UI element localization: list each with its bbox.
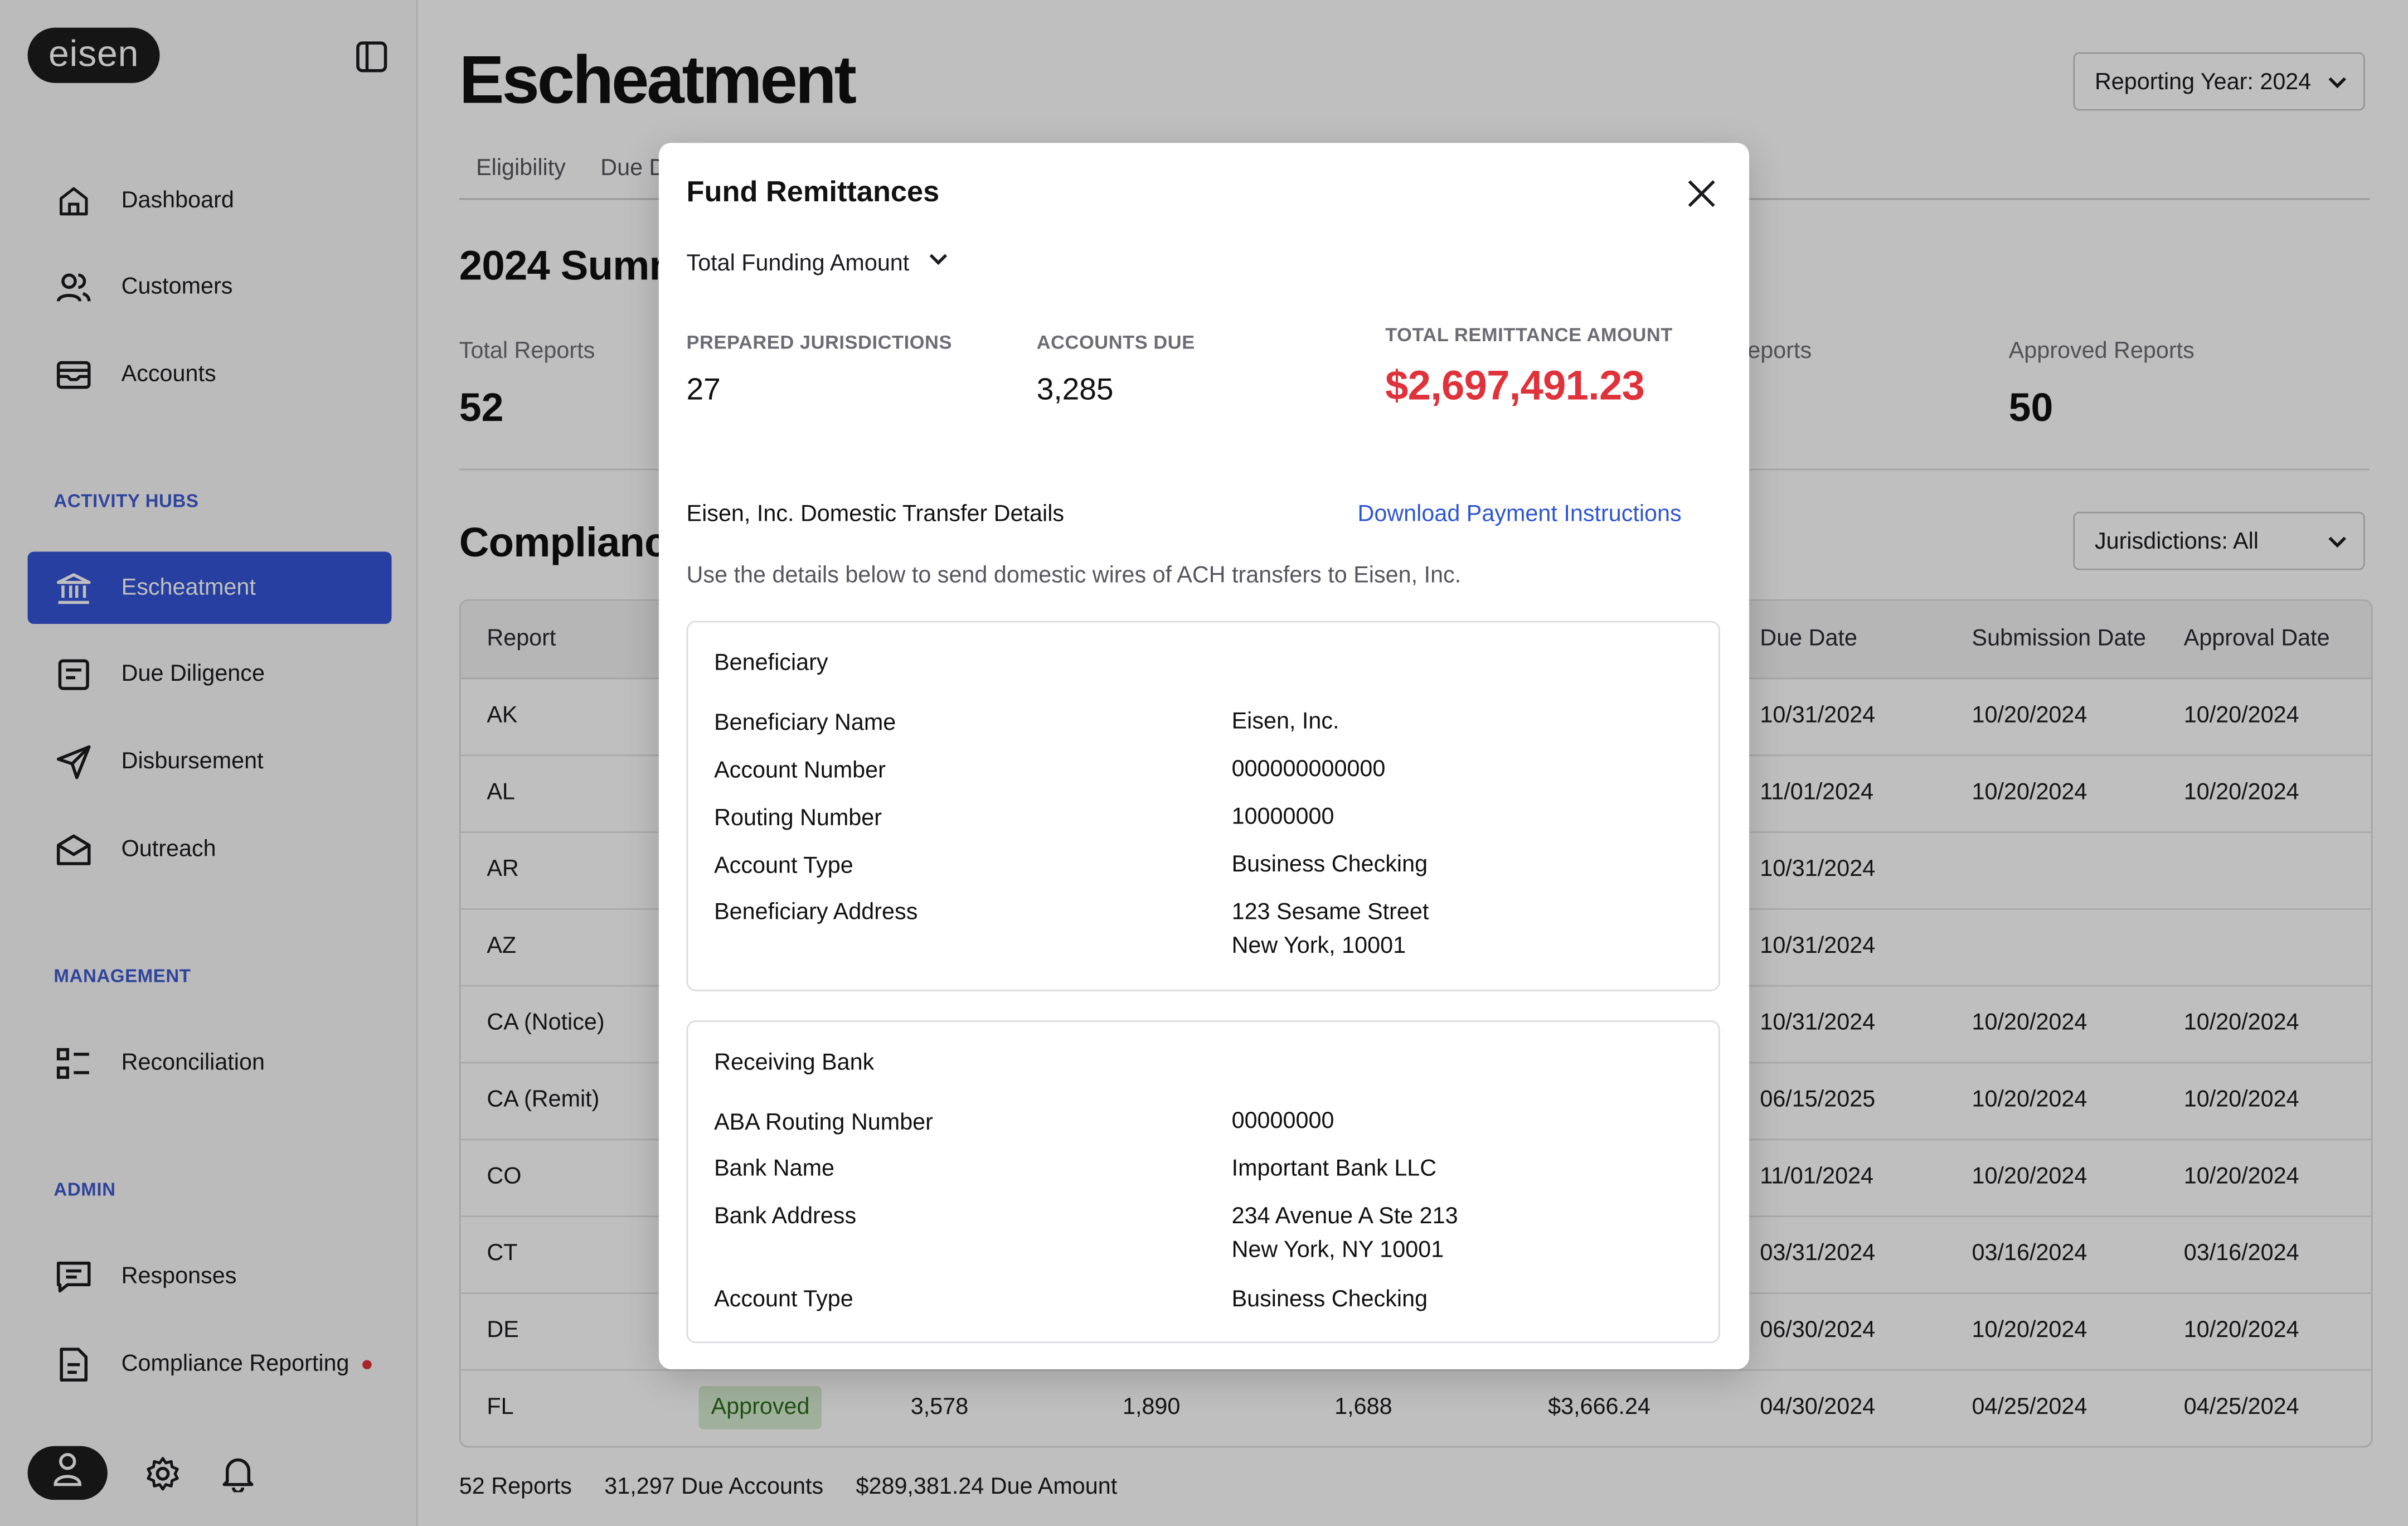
beneficiary-card: Beneficiary Beneficiary Name Eisen, Inc.…	[686, 621, 1720, 991]
total-remittance-label: TOTAL REMITTANCE AMOUNT	[1385, 324, 1673, 346]
bank-name-label: Bank Name	[714, 1155, 835, 1182]
beneficiary-address-line2: New York, 10001	[1231, 933, 1406, 959]
accounts-due-label: ACCOUNTS DUE	[1036, 332, 1195, 353]
download-payment-instructions-link[interactable]: Download Payment Instructions	[1358, 501, 1682, 527]
account-type-value: Business Checking	[1231, 851, 1428, 878]
aba-routing-value: 00000000	[1231, 1108, 1334, 1135]
beneficiary-address-line1: 123 Sesame Street	[1231, 899, 1429, 926]
chevron-down-icon	[928, 249, 949, 277]
aba-routing-label: ABA Routing Number	[714, 1110, 933, 1136]
transfer-description: Use the details below to send domestic w…	[686, 562, 1462, 589]
bank-account-type-value: Business Checking	[1231, 1286, 1428, 1312]
receiving-bank-card: Receiving Bank ABA Routing Number 000000…	[686, 1020, 1720, 1344]
prepared-jurisdictions-label: PREPARED JURISDICTIONS	[686, 332, 953, 353]
fund-remittances-modal: Fund Remittances Total Funding Amount PR…	[658, 143, 1750, 1369]
modal-title: Fund Remittances	[686, 176, 940, 209]
transfer-details-heading: Eisen, Inc. Domestic Transfer Details	[686, 501, 1065, 527]
beneficiary-address-label: Beneficiary Address	[714, 899, 918, 926]
beneficiary-name-value: Eisen, Inc.	[1231, 708, 1339, 735]
bank-name-value: Important Bank LLC	[1231, 1155, 1437, 1182]
bank-address-label: Bank Address	[714, 1203, 857, 1230]
beneficiary-name-label: Beneficiary Name	[714, 710, 896, 737]
prepared-jurisdictions-value: 27	[686, 373, 721, 408]
close-icon[interactable]	[1683, 175, 1720, 212]
dropdown-label: Total Funding Amount	[686, 249, 910, 276]
account-type-label: Account Type	[714, 852, 853, 879]
bank-account-type-label: Account Type	[714, 1286, 853, 1312]
bank-address-line2: New York, NY 10001	[1231, 1237, 1444, 1263]
routing-number-label: Routing Number	[714, 805, 882, 832]
account-number-label: Account Number	[714, 757, 886, 784]
total-remittance-value: $2,697,491.23	[1385, 362, 1645, 409]
routing-number-value: 10000000	[1231, 803, 1334, 830]
beneficiary-title: Beneficiary	[714, 650, 828, 676]
receiving-bank-title: Receiving Bank	[714, 1049, 875, 1076]
bank-address-line1: 234 Avenue A Ste 213	[1231, 1203, 1458, 1230]
app-window: eisen Dashboard Customers Accounts ACTIV…	[0, 0, 2408, 1526]
account-number-value: 000000000000	[1231, 756, 1386, 782]
funding-amount-dropdown[interactable]: Total Funding Amount	[687, 249, 949, 277]
accounts-due-value: 3,285	[1036, 373, 1114, 408]
